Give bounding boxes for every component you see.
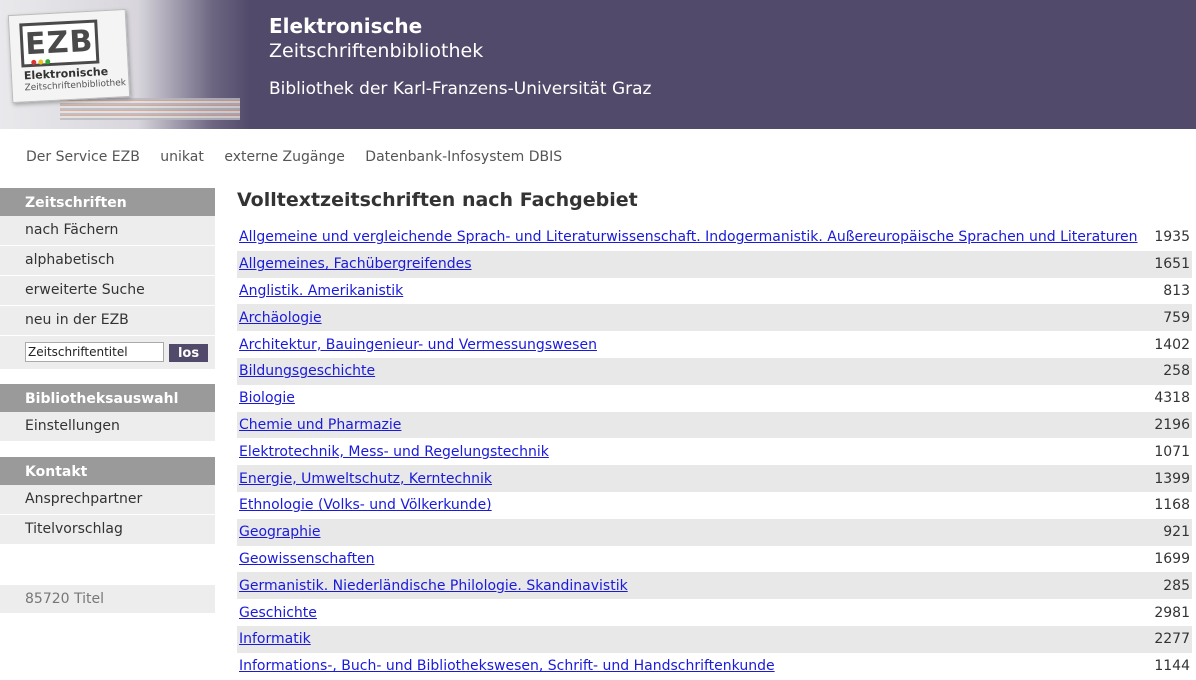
subject-cell: Ethnologie (Volks- und Völkerkunde) xyxy=(237,491,1152,519)
sidebar: Zeitschriften nach Fächern alphabetisch … xyxy=(0,188,215,613)
subject-count: 759 xyxy=(1151,304,1192,332)
subject-link[interactable]: Ethnologie (Volks- und Völkerkunde) xyxy=(239,497,492,513)
subject-link[interactable]: Anglistik. Amerikanistik xyxy=(239,283,403,299)
logo-card: EZB Elektronische Zeitschriftenbibliothe… xyxy=(7,8,131,104)
table-row: Energie, Umweltschutz, Kerntechnik 1399 xyxy=(237,465,1192,492)
subject-cell: Allgemeine und vergleichende Sprach- und… xyxy=(237,224,1152,251)
table-row: Geschichte 2981 xyxy=(237,599,1192,626)
search-go-button[interactable]: los xyxy=(169,344,208,362)
subject-count: 1071 xyxy=(1151,438,1192,466)
subject-count: 921 xyxy=(1151,518,1192,546)
subject-cell: Anglistik. Amerikanistik xyxy=(237,277,1152,305)
table-row: Elektrotechnik, Mess- und Regelungstechn… xyxy=(237,438,1192,466)
subject-cell: Geographie xyxy=(237,518,1152,546)
subject-count: 1651 xyxy=(1151,250,1192,278)
table-row: Allgemeines, Fachübergreifendes 1651 xyxy=(237,250,1192,278)
subject-count: 2981 xyxy=(1151,599,1192,626)
page-title: Volltextzeitschriften nach Fachgebiet xyxy=(237,189,638,211)
subject-table: Allgemeine und vergleichende Sprach- und… xyxy=(237,224,1192,680)
total-title-count: 85720 Titel xyxy=(0,585,215,613)
sidebar-item-new-in-ezb[interactable]: neu in der EZB xyxy=(0,306,215,336)
table-row: Informatik 2277 xyxy=(237,625,1192,653)
nav-link-external-access[interactable]: externe Zugänge xyxy=(224,149,345,165)
nav-link-service[interactable]: Der Service EZB xyxy=(26,149,140,165)
subject-count: 1168 xyxy=(1151,491,1192,519)
sidebar-heading-contact: Kontakt xyxy=(0,457,215,485)
site-header: EZB Elektronische Zeitschriftenbibliothe… xyxy=(0,0,1196,129)
magazine-stack-image xyxy=(60,98,240,120)
site-title-line1: Elektronische xyxy=(269,14,423,38)
subject-link[interactable]: Bildungsgeschichte xyxy=(239,363,375,379)
table-row: Biologie 4318 xyxy=(237,384,1192,412)
nav-link-dbis[interactable]: Datenbank-Infosystem DBIS xyxy=(365,149,562,165)
subject-link[interactable]: Energie, Umweltschutz, Kerntechnik xyxy=(239,471,492,487)
subject-cell: Geowissenschaften xyxy=(237,545,1152,573)
table-row: Archäologie 759 xyxy=(237,304,1192,332)
table-row: Ethnologie (Volks- und Völkerkunde) 1168 xyxy=(237,491,1192,519)
library-name: Bibliothek der Karl-Franzens-Universität… xyxy=(269,79,652,99)
subject-cell: Geschichte xyxy=(237,599,1152,626)
top-navigation: Der Service EZB unikat externe Zugänge D… xyxy=(26,149,578,165)
subject-link[interactable]: Informations-, Buch- und Bibliothekswese… xyxy=(239,658,775,674)
sidebar-heading-library: Bibliotheksauswahl xyxy=(0,384,215,412)
subject-cell: Informatik xyxy=(237,625,1152,653)
subject-link[interactable]: Elektrotechnik, Mess- und Regelungstechn… xyxy=(239,444,549,460)
subject-cell: Chemie und Pharmazie xyxy=(237,411,1152,439)
sidebar-item-by-subject[interactable]: nach Fächern xyxy=(0,216,215,246)
table-row: Geowissenschaften 1699 xyxy=(237,545,1192,573)
subject-cell: Elektrotechnik, Mess- und Regelungstechn… xyxy=(237,438,1152,466)
subject-link[interactable]: Allgemeines, Fachübergreifendes xyxy=(239,256,472,272)
nav-link-unikat[interactable]: unikat xyxy=(160,149,204,165)
subject-link[interactable]: Archäologie xyxy=(239,310,322,326)
subject-count: 1699 xyxy=(1151,545,1192,573)
subject-count: 1399 xyxy=(1151,465,1192,492)
subject-count: 1144 xyxy=(1151,652,1192,680)
subject-link[interactable]: Biologie xyxy=(239,390,295,406)
ezb-logo[interactable]: EZB Elektronische Zeitschriftenbibliothe… xyxy=(0,0,250,129)
subject-count: 2277 xyxy=(1151,625,1192,653)
subject-count: 2196 xyxy=(1151,411,1192,439)
subject-count: 813 xyxy=(1151,277,1192,305)
subject-link[interactable]: Geschichte xyxy=(239,605,317,621)
table-row: Informations-, Buch- und Bibliothekswese… xyxy=(237,652,1192,680)
sidebar-item-contact-person[interactable]: Ansprechpartner xyxy=(0,485,215,515)
logo-dots-icon xyxy=(31,49,53,69)
subject-cell: Allgemeines, Fachübergreifendes xyxy=(237,250,1152,278)
subject-count: 1402 xyxy=(1151,331,1192,358)
table-row: Germanistik. Niederländische Philologie.… xyxy=(237,572,1192,600)
subject-link[interactable]: Allgemeine und vergleichende Sprach- und… xyxy=(239,229,1138,245)
subject-cell: Archäologie xyxy=(237,304,1152,332)
table-row: Geographie 921 xyxy=(237,518,1192,546)
sidebar-item-settings[interactable]: Einstellungen xyxy=(0,412,215,442)
site-title-line2: Zeitschriftenbibliothek xyxy=(269,40,484,62)
subject-cell: Germanistik. Niederländische Philologie.… xyxy=(237,572,1152,600)
subject-count: 285 xyxy=(1151,572,1192,600)
subject-count: 258 xyxy=(1151,357,1192,385)
main-content: Volltextzeitschriften nach Fachgebiet Al… xyxy=(237,188,1192,680)
subject-link[interactable]: Geowissenschaften xyxy=(239,551,375,567)
subject-link[interactable]: Architektur, Bauingenieur- und Vermessun… xyxy=(239,337,597,353)
subject-count: 1935 xyxy=(1151,224,1192,251)
sidebar-item-title-suggestion[interactable]: Titelvorschlag xyxy=(0,515,215,545)
table-row: Bildungsgeschichte 258 xyxy=(237,357,1192,385)
sidebar-heading-journals: Zeitschriften xyxy=(0,188,215,216)
table-row: Architektur, Bauingenieur- und Vermessun… xyxy=(237,331,1192,358)
subject-cell: Informations-, Buch- und Bibliothekswese… xyxy=(237,652,1152,680)
table-row: Allgemeine und vergleichende Sprach- und… xyxy=(237,224,1192,251)
subject-cell: Bildungsgeschichte xyxy=(237,357,1152,385)
subject-cell: Biologie xyxy=(237,384,1152,412)
sidebar-item-alphabetical[interactable]: alphabetisch xyxy=(0,246,215,276)
table-row: Chemie und Pharmazie 2196 xyxy=(237,411,1192,439)
quick-search: los xyxy=(0,336,215,369)
subject-link[interactable]: Chemie und Pharmazie xyxy=(239,417,401,433)
subject-count: 4318 xyxy=(1151,384,1192,412)
subject-cell: Energie, Umweltschutz, Kerntechnik xyxy=(237,465,1152,492)
subject-cell: Architektur, Bauingenieur- und Vermessun… xyxy=(237,331,1152,358)
journal-title-search-input[interactable] xyxy=(25,342,164,362)
sidebar-item-advanced-search[interactable]: erweiterte Suche xyxy=(0,276,215,306)
subject-link[interactable]: Geographie xyxy=(239,524,321,540)
table-row: Anglistik. Amerikanistik 813 xyxy=(237,277,1192,305)
subject-link[interactable]: Germanistik. Niederländische Philologie.… xyxy=(239,578,628,594)
subject-link[interactable]: Informatik xyxy=(239,631,311,647)
